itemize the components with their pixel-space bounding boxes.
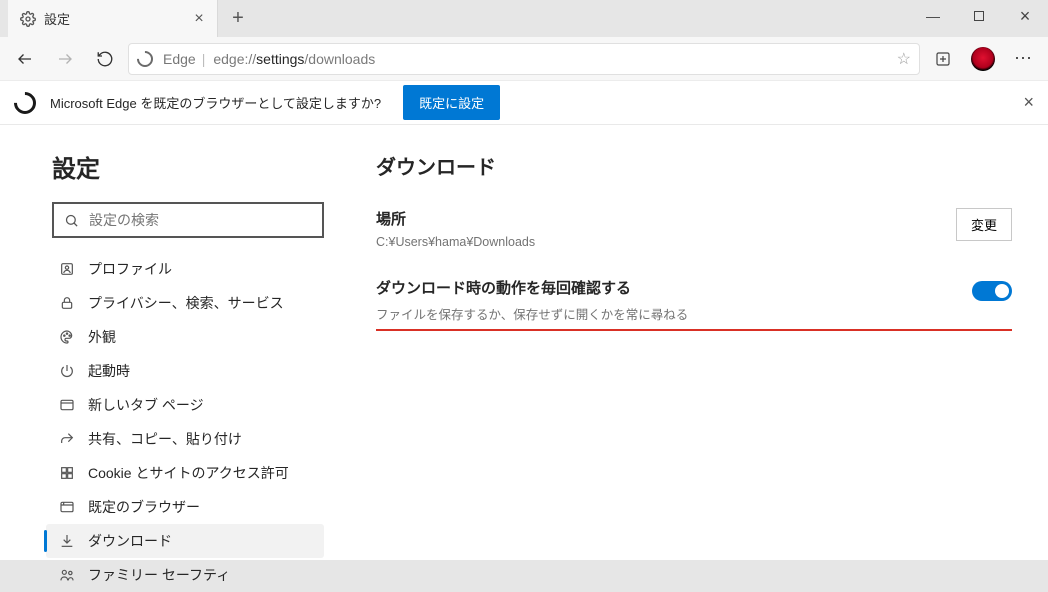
sidebar-item-label: 既定のブラウザー (88, 497, 200, 517)
star-icon[interactable]: ☆ (897, 49, 911, 69)
collections-button[interactable] (926, 42, 960, 76)
search-input[interactable] (89, 212, 312, 228)
gear-icon (20, 11, 36, 27)
search-icon (64, 213, 79, 228)
close-icon[interactable]: × (191, 11, 207, 27)
titlebar: 設定 × + — × (0, 0, 1048, 37)
back-button[interactable] (8, 42, 42, 76)
sidebar-item-label: 外観 (88, 327, 116, 347)
set-default-button[interactable]: 既定に設定 (403, 85, 500, 120)
location-path: C:¥Users¥hama¥Downloads (376, 235, 535, 249)
browser-tab[interactable]: 設定 × (8, 0, 218, 37)
new-tab-button[interactable]: + (218, 0, 258, 37)
ask-desc: ファイルを保存するか、保存せずに開くかを常に尋ねる (376, 304, 688, 323)
navbar: Edge | edge://settings/downloads ☆ ⋯ (0, 37, 1048, 81)
sidebar-item-label: プライバシー、検索、サービス (88, 293, 284, 313)
change-location-button[interactable]: 変更 (956, 208, 1012, 241)
page-title: ダウンロード (376, 151, 1012, 180)
sidebar-item-label: プロファイル (88, 259, 172, 279)
minimize-button[interactable]: — (910, 0, 956, 32)
address-separator: | (202, 51, 206, 67)
share-icon (56, 431, 78, 447)
sidebar-item-label: 新しいタブ ページ (88, 395, 204, 415)
palette-icon (56, 329, 78, 345)
browser-icon (56, 499, 78, 515)
sidebar-item-newtab[interactable]: 新しいタブ ページ (46, 388, 324, 422)
family-icon (56, 567, 78, 583)
sidebar-title: 設定 (52, 149, 324, 184)
prompt-close-button[interactable]: × (1023, 92, 1034, 113)
sidebar-item-label: ダウンロード (88, 531, 172, 551)
power-icon (56, 363, 78, 379)
sidebar-item-label: 起動時 (88, 361, 130, 381)
address-edge-label: Edge (163, 51, 196, 67)
content: 設定 プロファイル プライバシー、検索、サービス 外観 起動時 (0, 125, 1048, 560)
default-browser-prompt: Microsoft Edge を既定のブラウザーとして設定しますか? 既定に設定… (0, 81, 1048, 125)
annotation-underline (376, 329, 1012, 331)
sidebar-item-privacy[interactable]: プライバシー、検索、サービス (46, 286, 324, 320)
sidebar-item-startup[interactable]: 起動時 (46, 354, 324, 388)
settings-search[interactable] (52, 202, 324, 238)
edge-icon (134, 47, 157, 70)
sidebar-item-share[interactable]: 共有、コピー、貼り付け (46, 422, 324, 456)
sidebar-list: プロファイル プライバシー、検索、サービス 外観 起動時 新しいタブ ページ 共… (46, 252, 324, 592)
sidebar-item-label: Cookie とサイトのアクセス許可 (88, 463, 289, 483)
sidebar-item-profile[interactable]: プロファイル (46, 252, 324, 286)
menu-button[interactable]: ⋯ (1006, 42, 1040, 76)
newtab-icon (56, 397, 78, 413)
ask-each-time-row: ダウンロード時の動作を毎回確認する ファイルを保存するか、保存せずに開くかを常に… (376, 277, 1012, 323)
sidebar-item-label: ファミリー セーフティ (88, 565, 230, 585)
prompt-text: Microsoft Edge を既定のブラウザーとして設定しますか? (50, 93, 381, 112)
refresh-button[interactable] (88, 42, 122, 76)
tabs: 設定 × + (0, 0, 258, 37)
window-controls: — × (910, 0, 1048, 32)
location-label: 場所 (376, 208, 535, 229)
edge-logo-icon (9, 87, 40, 118)
maximize-button[interactable] (956, 0, 1002, 32)
sidebar-item-downloads[interactable]: ダウンロード (46, 524, 324, 558)
download-icon (56, 533, 78, 549)
settings-main: ダウンロード 場所 C:¥Users¥hama¥Downloads 変更 ダウン… (340, 125, 1048, 560)
tab-title: 設定 (44, 9, 70, 28)
close-window-button[interactable]: × (1002, 0, 1048, 32)
profile-icon (56, 261, 78, 277)
sidebar-item-appearance[interactable]: 外観 (46, 320, 324, 354)
ask-label: ダウンロード時の動作を毎回確認する (376, 277, 688, 298)
lock-icon (56, 295, 78, 311)
sidebar-item-cookies[interactable]: Cookie とサイトのアクセス許可 (46, 456, 324, 490)
location-row: 場所 C:¥Users¥hama¥Downloads 変更 (376, 208, 1012, 249)
ask-toggle[interactable] (972, 281, 1012, 301)
forward-button[interactable] (48, 42, 82, 76)
address-url: edge://settings/downloads (213, 51, 375, 67)
sidebar-item-default-browser[interactable]: 既定のブラウザー (46, 490, 324, 524)
cookie-icon (56, 465, 78, 481)
profile-avatar[interactable] (966, 42, 1000, 76)
settings-sidebar: 設定 プロファイル プライバシー、検索、サービス 外観 起動時 (0, 125, 340, 560)
address-bar[interactable]: Edge | edge://settings/downloads ☆ (128, 43, 920, 75)
sidebar-item-family[interactable]: ファミリー セーフティ (46, 558, 324, 592)
sidebar-item-label: 共有、コピー、貼り付け (88, 429, 242, 449)
